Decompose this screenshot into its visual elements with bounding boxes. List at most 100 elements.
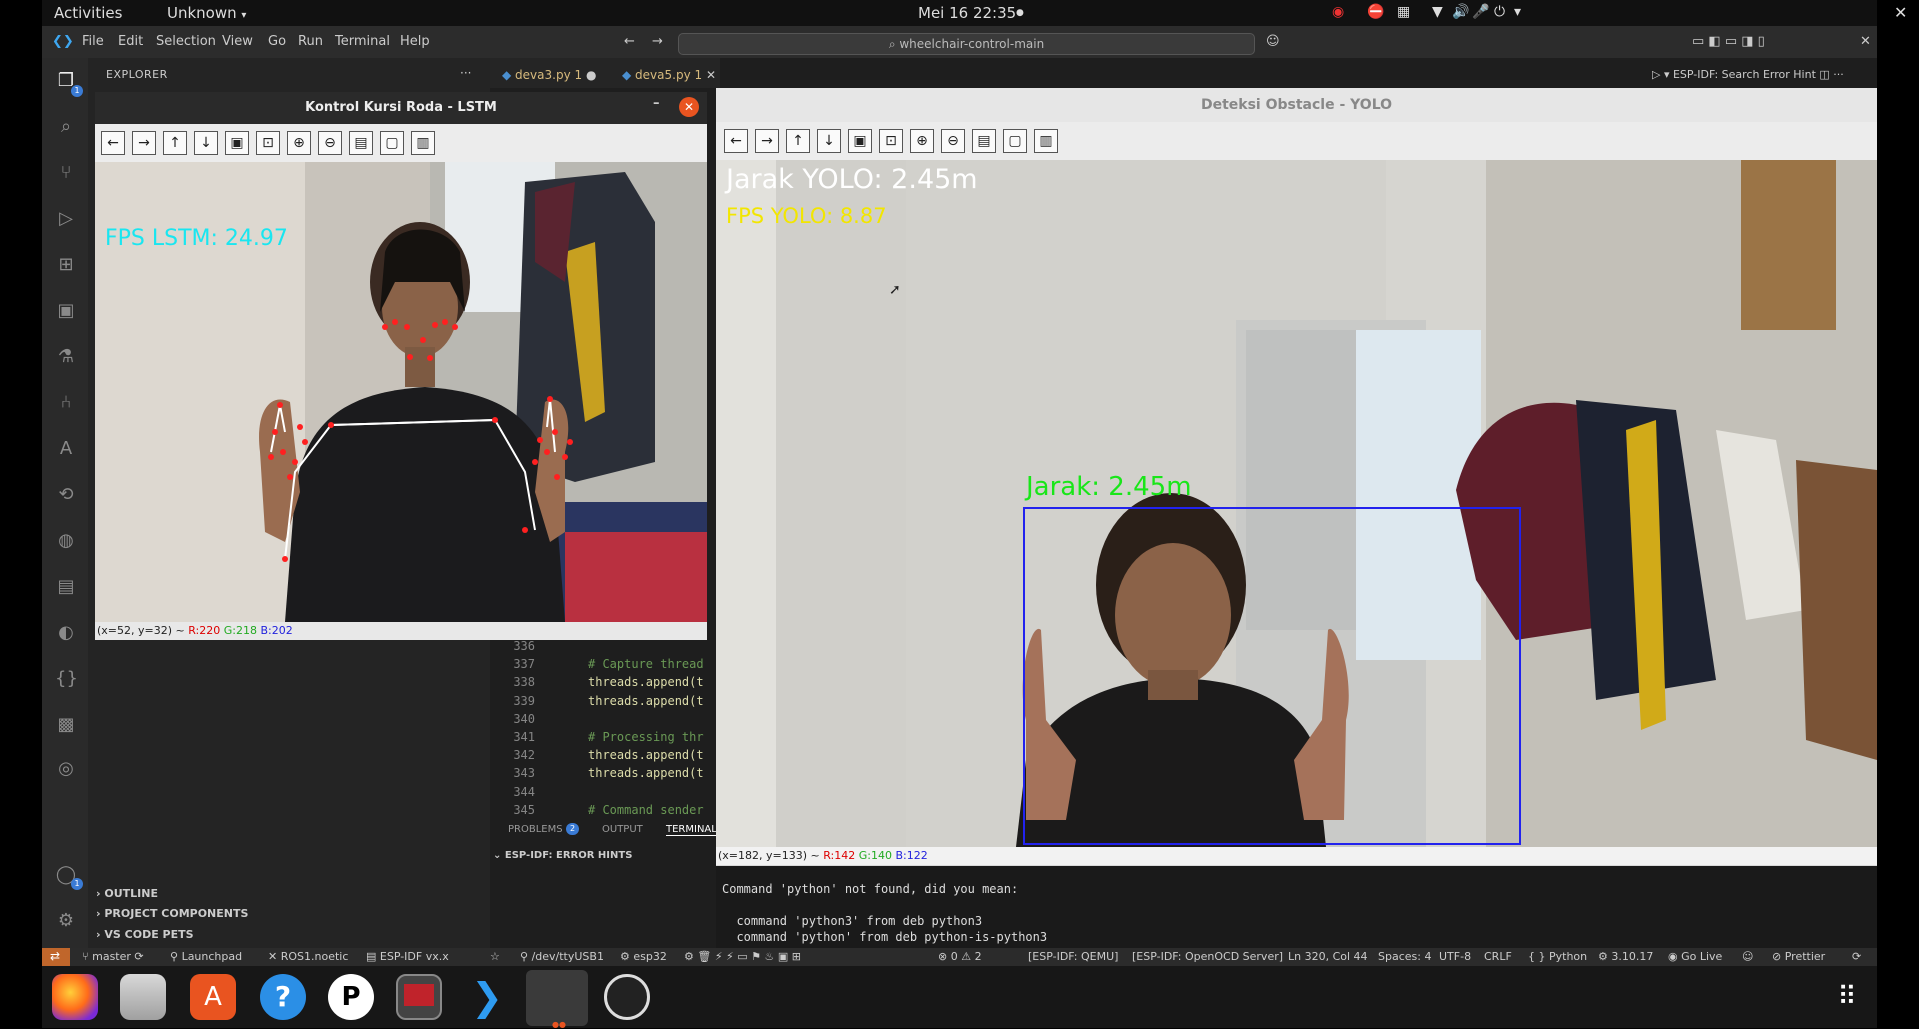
do-not-disturb-icon[interactable]: ⛔: [1367, 4, 1384, 20]
menu-terminal[interactable]: Terminal: [335, 34, 390, 49]
properties-icon[interactable]: ▥: [1034, 129, 1058, 153]
remote-explorer-icon[interactable]: ▣: [55, 300, 77, 322]
window-close-icon[interactable]: ✕: [1860, 34, 1871, 49]
obs-icon[interactable]: [604, 974, 650, 1020]
copilot-status-icon[interactable]: ☺: [1742, 950, 1753, 963]
menu-file[interactable]: File: [82, 34, 104, 49]
pan-left-icon[interactable]: ←: [724, 129, 748, 153]
sidebar-section-outline[interactable]: › OUTLINE: [96, 887, 158, 900]
github-icon[interactable]: ◍: [55, 530, 77, 552]
ubuntu-pro-icon[interactable]: ◉: [1332, 4, 1344, 20]
network-manager-icon[interactable]: ▦: [1397, 4, 1410, 20]
ros-status[interactable]: ✕ ROS1.noetic: [268, 950, 348, 963]
remote-indicator[interactable]: ⇄: [42, 948, 70, 966]
pan-down-icon[interactable]: ↓: [817, 129, 841, 153]
source-control-icon[interactable]: ⑂: [55, 162, 77, 184]
code-line[interactable]: # Capture thread: [588, 657, 704, 671]
tab-problems[interactable]: PROBLEMS: [508, 824, 563, 835]
pan-left-icon[interactable]: ←: [101, 131, 125, 155]
encoding[interactable]: UTF-8: [1439, 950, 1471, 963]
extensions-icon[interactable]: ⊞: [55, 254, 77, 276]
go-live[interactable]: ◉ Go Live: [1668, 950, 1722, 963]
problems-status[interactable]: ⊗ 0 ⚠ 2: [938, 950, 982, 963]
save-icon[interactable]: ▤: [349, 131, 373, 155]
espressif-icon[interactable]: ◎: [55, 758, 77, 780]
timeline-icon[interactable]: ⟲: [55, 484, 77, 506]
zoom-in-icon[interactable]: ⊕: [910, 129, 934, 153]
launchpad-status[interactable]: ⚲ Launchpad: [170, 950, 242, 963]
layout-icons[interactable]: ▭ ◧ ▭ ◨ ▯: [1692, 34, 1765, 49]
zoom-out-icon[interactable]: ⊖: [318, 131, 342, 155]
active-app-icon[interactable]: ●●: [526, 970, 588, 1029]
cursor-position[interactable]: Ln 320, Col 44: [1288, 950, 1368, 963]
port-status[interactable]: ⚲ /dev/ttyUSB1: [520, 950, 604, 963]
branch-status[interactable]: ⑂ master ⟳: [82, 950, 144, 963]
menu-go[interactable]: Go: [268, 34, 286, 49]
menu-selection[interactable]: Selection: [156, 34, 216, 49]
indentation[interactable]: Spaces: 4: [1378, 950, 1431, 963]
app-center-icon[interactable]: A: [190, 974, 236, 1020]
help-icon[interactable]: ?: [260, 974, 306, 1020]
activities-button[interactable]: Activities: [54, 4, 122, 22]
menu-edit[interactable]: Edit: [118, 34, 143, 49]
minimize-icon[interactable]: –: [653, 96, 660, 111]
json-icon[interactable]: {}: [55, 668, 78, 690]
save-icon[interactable]: ▤: [972, 129, 996, 153]
star-icon[interactable]: ☆: [490, 950, 500, 963]
tab-terminal[interactable]: TERMINAL: [666, 824, 717, 836]
command-center[interactable]: ⌕ wheelchair-control-main: [678, 33, 1255, 55]
language-mode[interactable]: { } Python: [1528, 950, 1587, 963]
edge-icon[interactable]: ◐: [55, 622, 77, 644]
esp-error-hints-section[interactable]: ⌄ ESP-IDF: ERROR HINTS: [493, 850, 632, 861]
docker-icon[interactable]: ▤: [55, 576, 77, 598]
target-status[interactable]: ⚙ esp32: [620, 950, 667, 963]
menu-run[interactable]: Run: [298, 34, 323, 49]
code-line[interactable]: threads.append(t: [588, 766, 704, 780]
pan-right-icon[interactable]: →: [132, 131, 156, 155]
app-grid-icon[interactable]: ⠿: [1824, 974, 1870, 1020]
system-menu-chevron-icon[interactable]: ▾: [1514, 4, 1521, 20]
openocd-status[interactable]: [ESP-IDF: OpenOCD Server]: [1132, 950, 1283, 963]
tab-deva3[interactable]: ◆ deva3.py 1 ●: [502, 68, 596, 82]
pan-down-icon[interactable]: ↓: [194, 131, 218, 155]
run-debug-icon[interactable]: ▷: [55, 208, 77, 230]
properties-icon[interactable]: ▥: [411, 131, 435, 155]
lstm-camera-feed[interactable]: FPS LSTM: 24.97: [95, 162, 707, 622]
esp-search-error-hint[interactable]: ▷ ▾ ESP-IDF: Search Error Hint ◫ ···: [1652, 68, 1844, 81]
volume-icon[interactable]: 🔊: [1452, 4, 1469, 20]
power-icon[interactable]: ⏻: [1494, 4, 1505, 20]
testing-icon[interactable]: ⚗: [55, 346, 77, 368]
copilot-icon[interactable]: ☺: [1266, 34, 1280, 49]
pan-up-icon[interactable]: ↑: [163, 131, 187, 155]
azure-icon[interactable]: A: [55, 438, 77, 460]
p-app-icon[interactable]: P: [328, 974, 374, 1020]
copy-icon[interactable]: ▢: [380, 131, 404, 155]
yolo-titlebar[interactable]: Deteksi Obstacle - YOLO: [716, 88, 1877, 122]
files-icon[interactable]: [120, 974, 166, 1020]
microphone-icon[interactable]: 🎤: [1472, 4, 1489, 20]
clock[interactable]: Mei 16 22:35: [918, 4, 1016, 22]
idf-action-icons[interactable]: ⚙ 🗑 ⚡ ⚡ ▭ ⚑ ♨ ▣ ⊞: [684, 950, 801, 963]
prettier-status[interactable]: ⊘ Prettier: [1772, 950, 1825, 963]
menu-help[interactable]: Help: [400, 34, 430, 49]
code-line[interactable]: # Command sender: [588, 803, 704, 817]
python-version[interactable]: ⚙ 3.10.17: [1598, 950, 1653, 963]
more-actions-icon[interactable]: ···: [460, 66, 471, 80]
code-line[interactable]: threads.append(t: [588, 694, 704, 708]
code-line[interactable]: # Processing thr: [588, 730, 704, 744]
copy-icon[interactable]: ▢: [1003, 129, 1027, 153]
search-icon[interactable]: ⌕: [55, 116, 77, 138]
terminal-app-icon[interactable]: [396, 974, 442, 1020]
lstm-close-icon[interactable]: ✕: [679, 97, 699, 117]
forward-arrow-icon[interactable]: →: [652, 34, 663, 49]
zoom-out-icon[interactable]: ⊖: [941, 129, 965, 153]
vscode-icon[interactable]: ❯: [464, 974, 510, 1020]
wifi-icon[interactable]: ▼: [1432, 4, 1443, 20]
notifications-bell-icon[interactable]: ⟳: [1852, 950, 1861, 963]
pan-right-icon[interactable]: →: [755, 129, 779, 153]
zoom-original-icon[interactable]: ⊡: [879, 129, 903, 153]
eol[interactable]: CRLF: [1484, 950, 1512, 963]
settings-gear-icon[interactable]: ⚙: [55, 910, 77, 932]
yolo-camera-feed[interactable]: Jarak YOLO: 2.45m FPS YOLO: 8.87 Jarak: …: [716, 160, 1877, 847]
menu-view[interactable]: View: [222, 34, 253, 49]
